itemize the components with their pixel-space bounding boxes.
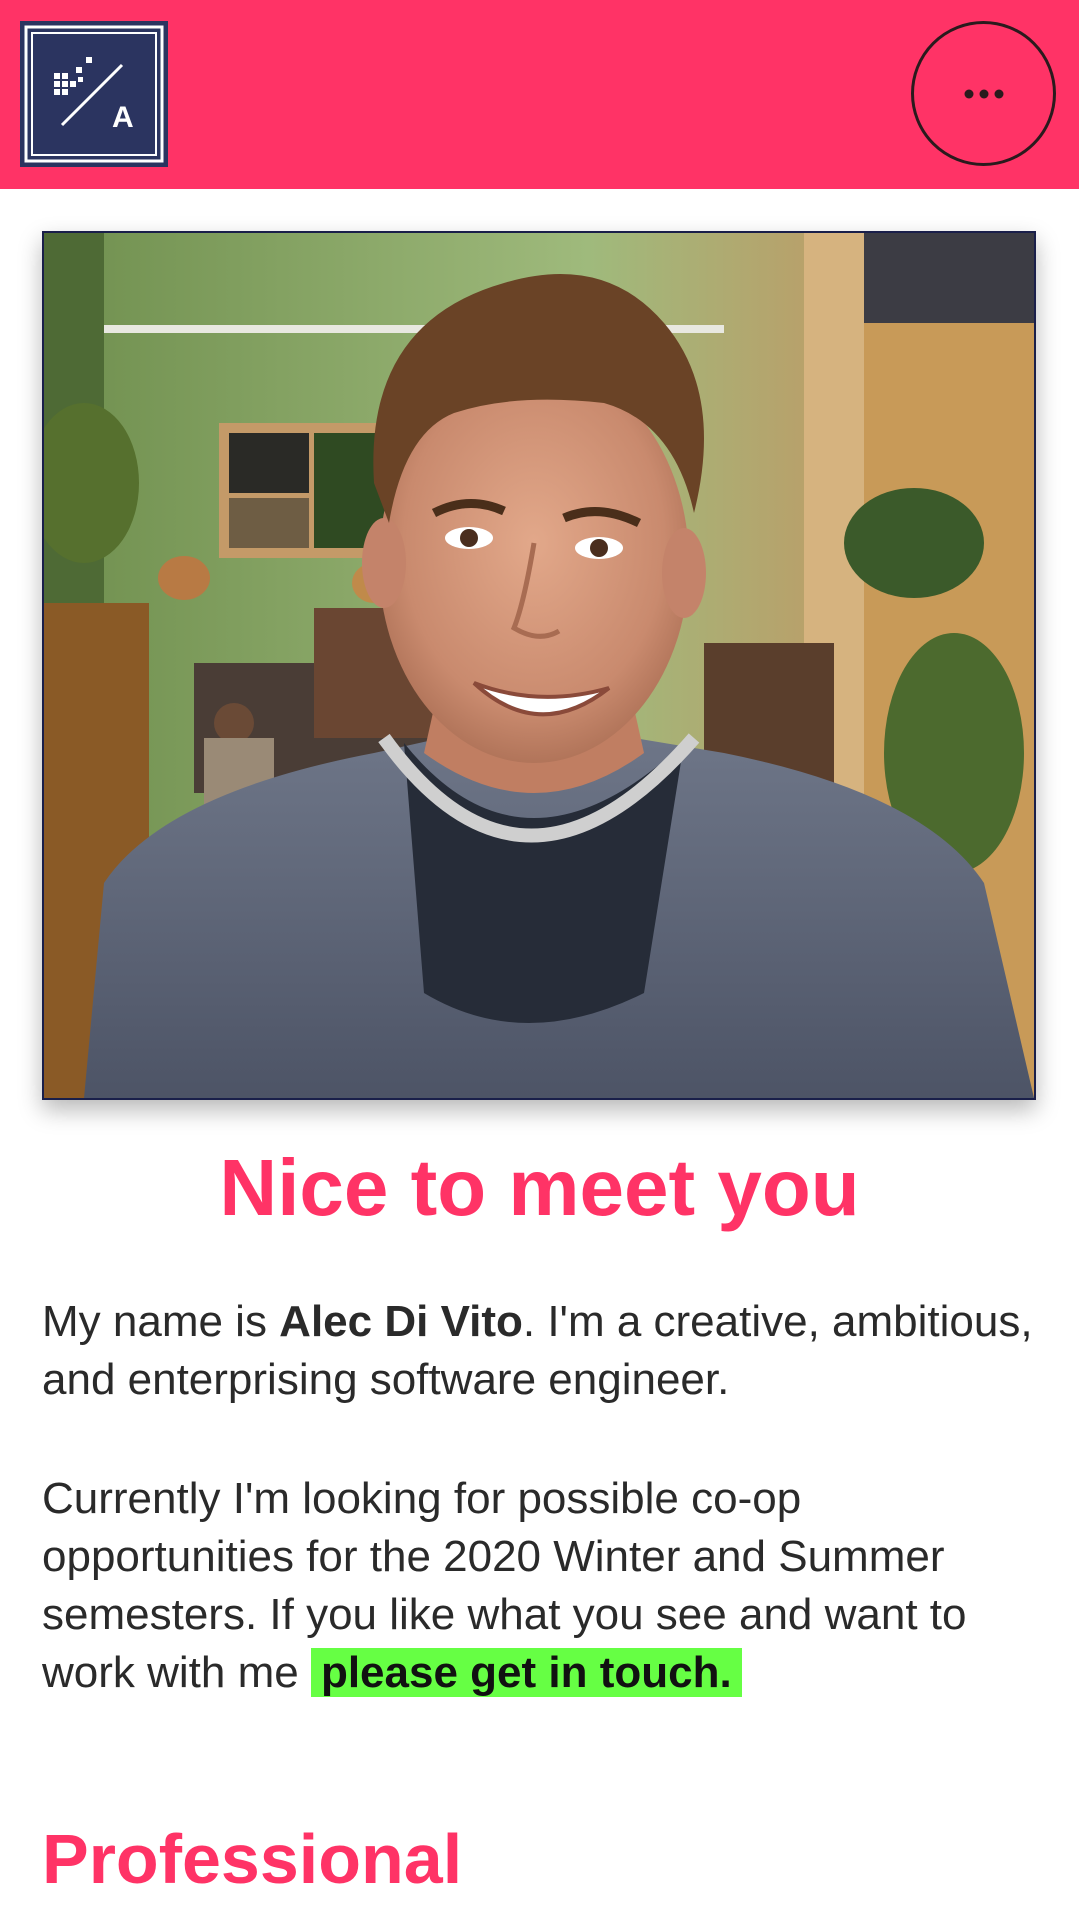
site-logo[interactable]: A [20,21,168,167]
profile-photo-image [44,233,1034,1098]
availability-text: Currently I'm looking for possible co-op… [42,1470,1052,1702]
owner-name: Alec Di Vito [279,1297,523,1346]
contact-link[interactable]: please get in touch. [310,1648,742,1697]
section-title-professional: Professional [42,1820,463,1898]
more-horizontal-icon [964,89,1003,98]
profile-photo [42,231,1036,1100]
logo-letter: A [112,101,134,134]
bio-prefix: My name is [42,1297,280,1346]
logo-mark-icon [24,25,164,163]
site-header: A [0,0,1079,189]
menu-button[interactable] [911,21,1056,166]
intro-headline: Nice to meet you [219,1143,860,1232]
intro-bio: My name is Alec Di Vito. I'm a creative,… [42,1293,1042,1409]
